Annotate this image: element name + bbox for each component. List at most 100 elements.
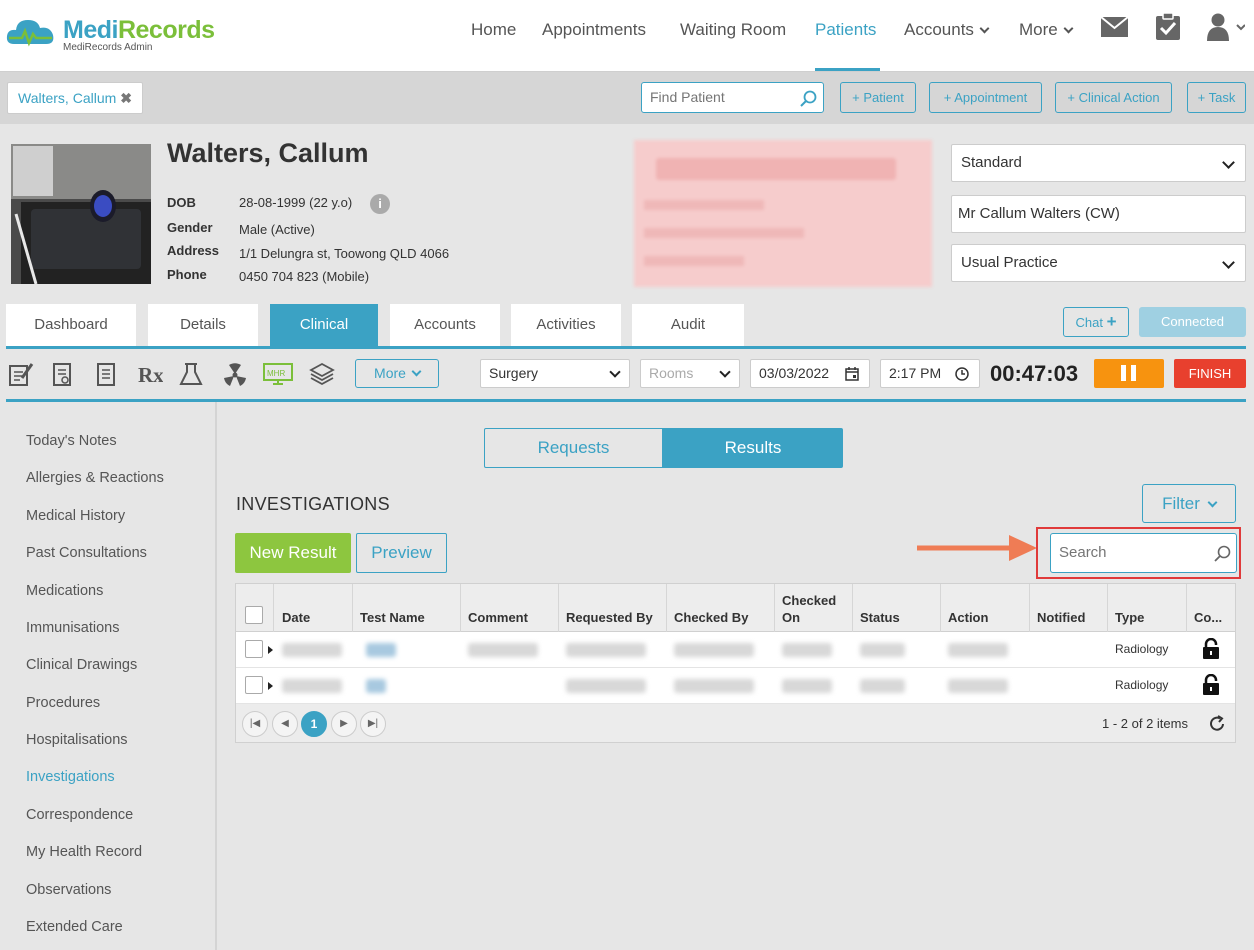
chat-button[interactable]: Chat + [1063,307,1129,337]
stack-icon[interactable] [309,361,335,387]
table-row[interactable]: Radiology [236,632,1235,668]
calendar-icon[interactable] [845,367,859,381]
column-header-comment[interactable]: Comment [468,609,528,626]
tab-clinical[interactable]: Clinical [270,304,378,346]
expand-row-icon[interactable] [268,646,273,654]
search-field[interactable] [1050,533,1237,573]
add-clinical-action-button[interactable]: + Clinical Action [1055,82,1172,113]
brand-name: MediRecords [63,16,215,44]
rooms-select[interactable]: Rooms [640,359,740,388]
tab-dashboard[interactable]: Dashboard [6,304,136,346]
mhr-icon[interactable]: MHR [263,361,293,387]
last-page-button[interactable]: ▶| [360,711,386,737]
sidebar-item-clinical-drawings[interactable]: Clinical Drawings [26,657,137,673]
new-result-button[interactable]: New Result [235,533,351,573]
table-row[interactable]: Radiology [236,668,1235,704]
sidebar-item-observations[interactable]: Observations [26,882,111,898]
pause-button[interactable] [1094,359,1164,388]
sidebar-item-correspondence[interactable]: Correspondence [26,807,133,823]
sidebar-item-past-consultations[interactable]: Past Consultations [26,545,147,561]
column-header-type[interactable]: Type [1115,609,1144,626]
sidebar-item-allergies[interactable]: Allergies & Reactions [26,470,164,486]
sidebar-item-todays-notes[interactable]: Today's Notes [26,433,117,449]
prescription-pad-icon[interactable] [50,361,76,387]
refresh-icon[interactable] [1209,715,1226,732]
close-icon[interactable]: ✖ [120,90,132,106]
column-header-test-name[interactable]: Test Name [360,609,425,626]
column-header-checked-by[interactable]: Checked By [674,609,748,626]
requests-segment[interactable]: Requests [484,428,663,468]
next-page-button[interactable]: ▶ [331,711,357,737]
patient-photo[interactable] [11,144,151,284]
medirecords-logo[interactable]: MediRecords MediRecords Admin [6,12,216,56]
notes-icon[interactable] [8,361,34,387]
user-account-icon[interactable] [1207,13,1245,41]
column-header-requested-by[interactable]: Requested By [566,609,653,626]
nav-waiting-room[interactable]: Waiting Room [680,20,786,40]
expand-row-icon[interactable] [268,682,273,690]
practice-select[interactable]: Usual Practice [951,244,1246,282]
sidebar-item-my-health-record[interactable]: My Health Record [26,844,142,860]
date-picker[interactable]: 03/03/2022 [750,359,870,388]
clipboard-check-icon[interactable] [1156,13,1180,40]
tab-activities[interactable]: Activities [511,304,621,346]
row-checkbox[interactable] [245,640,263,658]
template-select[interactable]: Standard [951,144,1246,182]
preview-button[interactable]: Preview [356,533,447,573]
sidebar-item-medical-history[interactable]: Medical History [26,508,125,524]
dob-value: 28-08-1999 (22 y.o) [239,195,353,210]
mail-icon[interactable] [1101,17,1128,37]
filter-button[interactable]: Filter [1142,484,1236,523]
previous-page-button[interactable]: ◀ [272,711,298,737]
search-icon[interactable] [800,90,817,107]
info-icon[interactable]: i [370,194,390,214]
row-checkbox[interactable] [245,676,263,694]
more-tools-button[interactable]: More [355,359,439,388]
nav-appointments[interactable]: Appointments [542,20,646,40]
add-patient-button[interactable]: + Patient [840,82,916,113]
add-task-button[interactable]: + Task [1187,82,1246,113]
column-header-action[interactable]: Action [948,609,988,626]
results-segment[interactable]: Results [663,428,843,468]
open-patient-tab[interactable]: Walters, Callum ✖ [7,82,144,114]
pathology-flask-icon[interactable] [178,361,204,387]
unlocked-padlock-icon[interactable] [1202,638,1220,660]
unlocked-padlock-icon[interactable] [1202,674,1220,696]
sidebar-item-medications[interactable]: Medications [26,583,103,599]
pagination-summary: 1 - 2 of 2 items [1102,716,1188,731]
column-header-status[interactable]: Status [860,609,900,626]
search-icon[interactable] [1214,545,1231,562]
sidebar-item-extended-care[interactable]: Extended Care [26,919,123,935]
display-name-field[interactable]: Mr Callum Walters (CW) [951,195,1246,233]
search-input[interactable] [1059,534,1209,570]
page-button-current[interactable]: 1 [301,711,327,737]
find-patient-field[interactable] [641,82,824,113]
column-header-checked-on[interactable]: Checked On [782,592,847,626]
document-list-icon[interactable] [93,361,119,387]
column-header-co[interactable]: Co... [1194,609,1222,626]
finish-button[interactable]: FINISH [1174,359,1246,388]
tab-details[interactable]: Details [148,304,258,346]
sidebar-item-procedures[interactable]: Procedures [26,695,100,711]
radiology-icon[interactable] [222,361,248,387]
clock-icon[interactable] [955,367,969,381]
connected-status-button[interactable]: Connected [1139,307,1246,337]
rx-icon[interactable]: Rx [137,361,163,387]
nav-more[interactable]: More [1019,20,1074,40]
first-page-button[interactable]: |◀ [242,711,268,737]
column-header-notified[interactable]: Notified [1037,609,1085,626]
select-all-checkbox[interactable] [245,606,263,624]
nav-accounts[interactable]: Accounts [904,20,990,40]
tab-accounts[interactable]: Accounts [390,304,500,346]
tab-audit[interactable]: Audit [632,304,744,346]
time-picker[interactable]: 2:17 PM [880,359,980,388]
column-header-date[interactable]: Date [282,609,310,626]
nav-home[interactable]: Home [471,20,516,40]
sidebar-item-immunisations[interactable]: Immunisations [26,620,119,636]
sidebar-item-hospitalisations[interactable]: Hospitalisations [26,732,128,748]
add-appointment-button[interactable]: + Appointment [929,82,1042,113]
find-patient-input[interactable] [650,83,800,111]
nav-patients[interactable]: Patients [815,20,876,40]
surgery-select[interactable]: Surgery [480,359,630,388]
sidebar-item-investigations[interactable]: Investigations [26,769,115,785]
